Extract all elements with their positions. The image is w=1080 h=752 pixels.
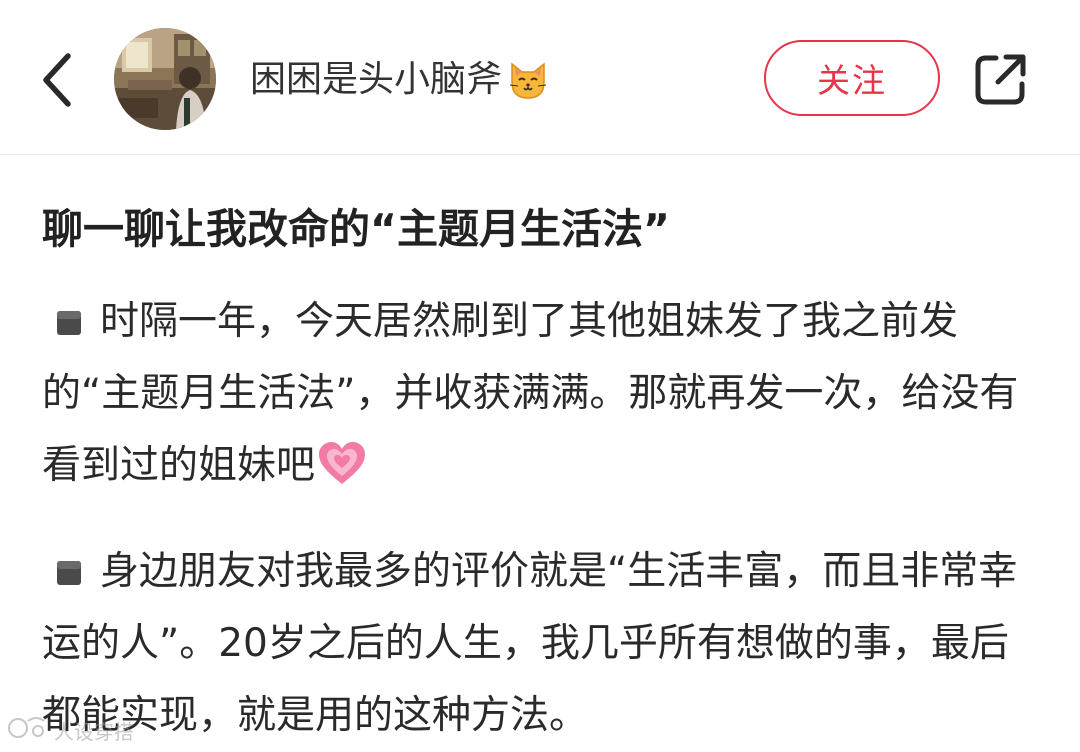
watermark-logo-icon (6, 713, 50, 747)
author-name-row[interactable]: 困困是头小脑斧 (250, 52, 550, 108)
black-square-icon (56, 288, 82, 335)
pink-heart-icon (317, 438, 367, 484)
watermark-text: 人设穿搭 (54, 719, 134, 744)
follow-button[interactable]: 关注 (764, 40, 940, 116)
post-paragraph: 身边朋友对我最多的评价就是“生活丰富，而且非常幸运的人”。20岁之后的人生，我几… (42, 536, 1042, 752)
black-square-icon (56, 538, 82, 585)
post-paragraph: 时隔一年，今天居然刷到了其他姐妹发了我之前发的“主题月生活法”，并收获满满。那就… (42, 286, 1042, 502)
cat-face-icon (506, 58, 550, 102)
paragraph-text: 身边朋友对我最多的评价就是“生活丰富，而且非常幸运的人”。20岁之后的人生，我几… (42, 549, 1018, 738)
author-avatar[interactable] (114, 28, 216, 130)
author-name[interactable]: 困困是头小脑斧 (250, 52, 502, 108)
share-icon[interactable] (970, 48, 1032, 110)
back-icon[interactable] (38, 50, 78, 110)
top-bar: 困困是头小脑斧 关注 (0, 0, 1080, 155)
paragraph-text: 时隔一年，今天居然刷到了其他姐妹发了我之前发的“主题月生活法”，并收获满满。那就… (42, 299, 1019, 488)
post-title: 聊一聊让我改命的“主题月生活法” (42, 205, 670, 253)
watermark: 人设穿搭 (6, 712, 156, 748)
